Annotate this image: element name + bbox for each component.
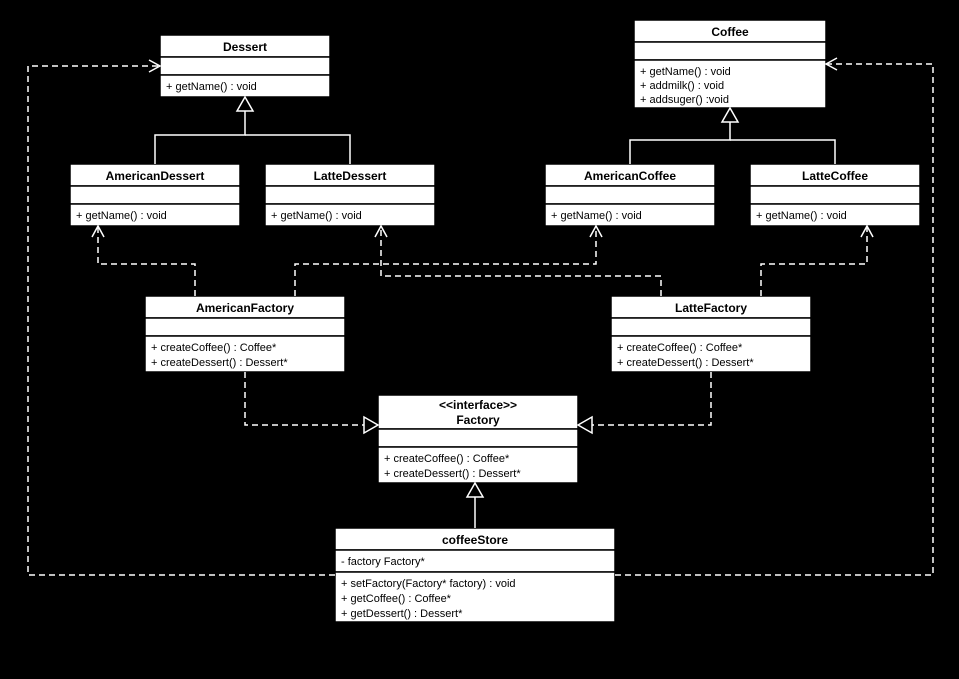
class-coffee-store-attr-0: - factory Factory* [341, 556, 425, 568]
rel-americanfactory-americancoffee [295, 226, 602, 296]
class-american-factory-method-0: + createCoffee() : Coffee* [151, 342, 277, 354]
class-latte-dessert: LatteDessert + getName() : void [265, 164, 435, 226]
class-coffee-store: coffeeStore - factory Factory* + setFact… [335, 528, 615, 622]
class-latte-factory-title: LatteFactory [675, 301, 747, 315]
class-coffee-method-1: + addmilk() : void [640, 80, 724, 92]
class-coffee-title: Coffee [711, 25, 749, 39]
class-factory-method-0: + createCoffee() : Coffee* [384, 453, 510, 465]
rel-americancoffee-coffee [630, 108, 738, 164]
rel-americanfactory-americandessert [92, 226, 195, 296]
class-latte-dessert-title: LatteDessert [314, 169, 387, 183]
class-american-dessert-title: AmericanDessert [106, 169, 205, 183]
class-coffee: Coffee + getName() : void + addmilk() : … [634, 20, 826, 108]
class-american-coffee: AmericanCoffee + getName() : void [545, 164, 715, 226]
class-coffee-store-title: coffeeStore [442, 533, 508, 547]
uml-diagram: Dessert + getName() : void Coffee + getN… [0, 0, 959, 679]
class-factory-stereotype: <<interface>> [439, 398, 517, 412]
rel-lattefactory-lattecoffee [761, 226, 873, 296]
class-american-coffee-method-0: + getName() : void [551, 210, 642, 222]
class-coffee-method-0: + getName() : void [640, 66, 731, 78]
class-american-factory-title: AmericanFactory [196, 301, 294, 315]
rel-lattecoffee-coffee [730, 140, 835, 164]
class-american-factory: AmericanFactory + createCoffee() : Coffe… [145, 296, 345, 372]
class-american-dessert: AmericanDessert + getName() : void [70, 164, 240, 226]
class-latte-factory-method-0: + createCoffee() : Coffee* [617, 342, 743, 354]
class-latte-dessert-method-0: + getName() : void [271, 210, 362, 222]
class-coffee-method-2: + addsuger() :void [640, 94, 729, 106]
class-american-dessert-method-0: + getName() : void [76, 210, 167, 222]
class-dessert-method-0: + getName() : void [166, 81, 257, 93]
class-coffee-store-method-2: + getDessert() : Dessert* [341, 608, 463, 620]
rel-lattedessert-dessert [245, 135, 350, 164]
class-factory-method-1: + createDessert() : Dessert* [384, 468, 521, 480]
class-latte-coffee-method-0: + getName() : void [756, 210, 847, 222]
rel-lattefactory-lattedessert [375, 226, 661, 296]
class-latte-coffee: LatteCoffee + getName() : void [750, 164, 920, 226]
class-factory: <<interface>> Factory + createCoffee() :… [378, 395, 578, 483]
class-coffee-store-method-0: + setFactory(Factory* factory) : void [341, 578, 516, 590]
class-dessert-title: Dessert [223, 40, 267, 54]
class-factory-title: Factory [456, 413, 500, 427]
rel-coffeestore-factory [467, 483, 483, 528]
class-american-coffee-title: AmericanCoffee [584, 169, 676, 183]
class-latte-factory: LatteFactory + createCoffee() : Coffee* … [611, 296, 811, 372]
rel-americanfactory-factory [245, 372, 378, 433]
class-coffee-store-method-1: + getCoffee() : Coffee* [341, 593, 452, 605]
rel-americandessert-dessert [155, 97, 253, 164]
class-latte-factory-method-1: + createDessert() : Dessert* [617, 357, 754, 369]
rel-lattefactory-factory [578, 372, 711, 433]
class-american-factory-method-1: + createDessert() : Dessert* [151, 357, 288, 369]
class-dessert: Dessert + getName() : void [160, 35, 330, 97]
class-latte-coffee-title: LatteCoffee [802, 169, 868, 183]
